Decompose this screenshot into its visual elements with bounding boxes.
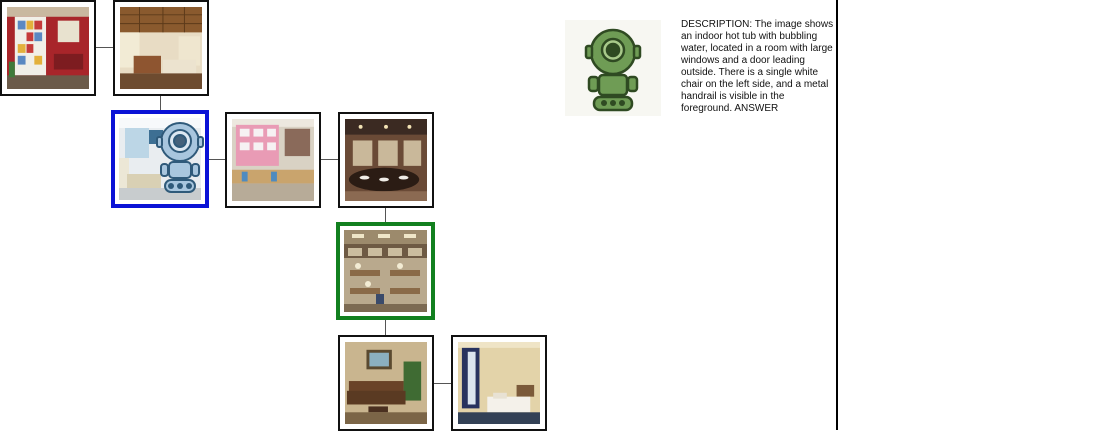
bathroom-thumbnail [345, 119, 427, 201]
map-node-sitting-room-current[interactable] [111, 110, 209, 208]
map-node-hotel-bedroom[interactable] [451, 335, 547, 431]
edge-classroom-to-bathroom [320, 159, 340, 160]
agent-robot-icon [156, 122, 204, 193]
map-node-red-room[interactable] [0, 0, 96, 96]
map-node-lounge[interactable] [338, 335, 434, 431]
robot-icon [584, 28, 642, 112]
edge-sitting-room-to-classroom [208, 159, 226, 160]
agent-card [565, 20, 661, 116]
edge-red-room-to-living-room [96, 47, 114, 48]
edge-lounge-to-hotel-bedroom [434, 383, 452, 384]
scene-description: DESCRIPTION: The image shows an indoor h… [681, 19, 834, 114]
map-node-library-goal[interactable] [336, 222, 435, 320]
map-node-bathroom[interactable] [338, 112, 434, 208]
lounge-thumbnail [345, 342, 427, 424]
living-room-thumbnail [120, 7, 202, 89]
map-node-living-room[interactable] [113, 0, 209, 96]
red-room-thumbnail [7, 7, 89, 89]
hotel-bedroom-thumbnail [458, 342, 540, 424]
edge-bathroom-to-library [385, 206, 386, 223]
panel-divider [836, 0, 838, 430]
classroom-thumbnail [232, 119, 314, 201]
library-thumbnail [344, 230, 427, 312]
map-node-classroom[interactable] [225, 112, 321, 208]
